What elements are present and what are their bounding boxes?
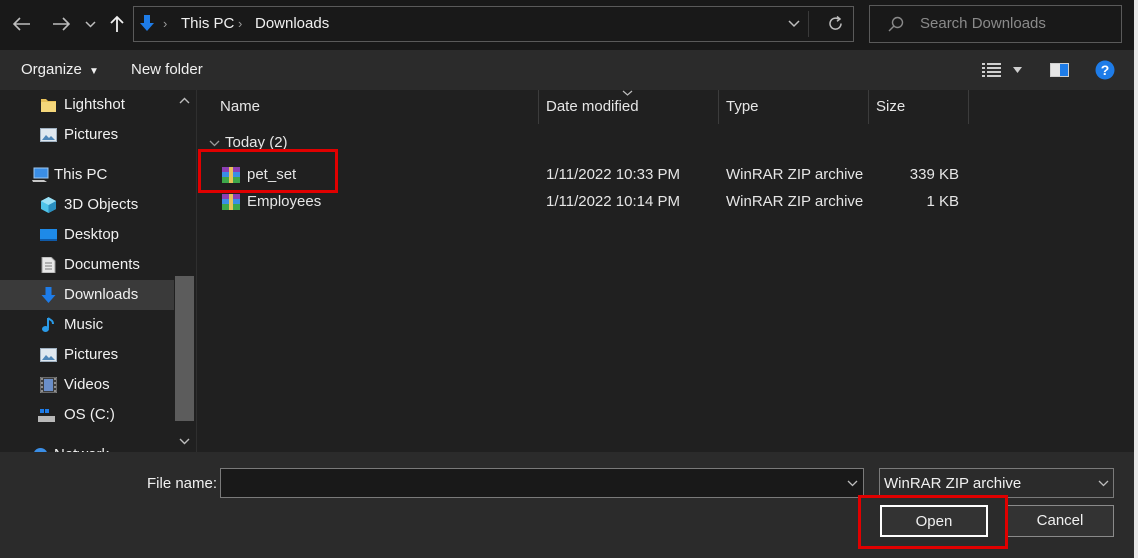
breadcrumb-separator-icon: › bbox=[238, 16, 243, 31]
nav-item-label: Pictures bbox=[64, 346, 119, 363]
nav-item-label: Documents bbox=[64, 256, 140, 273]
downloads-icon bbox=[140, 15, 154, 31]
drive-icon bbox=[38, 409, 55, 422]
pane-divider bbox=[196, 90, 197, 452]
column-divider[interactable] bbox=[868, 90, 869, 124]
nav-item-desktop[interactable]: Desktop bbox=[0, 220, 174, 250]
column-divider[interactable] bbox=[538, 90, 539, 124]
nav-item-label: Lightshot bbox=[64, 96, 125, 113]
address-bar-row: › This PC › Downloads Search Downloads bbox=[0, 0, 1138, 50]
address-bar-divider bbox=[808, 11, 809, 37]
address-bar[interactable]: › This PC › Downloads bbox=[133, 6, 854, 42]
nav-item-label: Music bbox=[64, 316, 104, 333]
cancel-button[interactable]: Cancel bbox=[1006, 505, 1114, 537]
search-box[interactable]: Search Downloads bbox=[869, 5, 1122, 43]
file-type-select[interactable]: WinRAR ZIP archive bbox=[879, 468, 1114, 498]
arrow-left-icon bbox=[13, 17, 30, 31]
column-header-type[interactable]: Type bbox=[726, 90, 759, 124]
file-size: 1 KB bbox=[926, 193, 959, 210]
desktop-icon bbox=[40, 229, 57, 241]
file-type: WinRAR ZIP archive bbox=[726, 193, 864, 210]
nav-item-lightshot[interactable]: Lightshot bbox=[0, 90, 174, 120]
documents-icon bbox=[41, 257, 56, 273]
back-button[interactable] bbox=[9, 10, 35, 38]
3d-objects-icon bbox=[41, 197, 56, 213]
dialog-footer: File name: WinRAR ZIP archive Open Cance… bbox=[0, 452, 1138, 558]
organize-label: Organize bbox=[21, 61, 82, 78]
arrow-right-icon bbox=[53, 17, 70, 31]
nav-item-label: Downloads bbox=[64, 286, 139, 303]
breadcrumb-this-pc[interactable]: This PC bbox=[181, 7, 234, 41]
pictures-icon bbox=[40, 128, 57, 142]
winrar-archive-icon bbox=[222, 194, 240, 210]
forward-button[interactable] bbox=[48, 10, 74, 38]
chevron-down-icon[interactable] bbox=[847, 480, 858, 487]
column-header-name[interactable]: Name bbox=[220, 90, 260, 124]
svg-text:?: ? bbox=[1101, 62, 1110, 78]
breadcrumb-downloads[interactable]: Downloads bbox=[255, 7, 329, 41]
nav-item-label: 3D Objects bbox=[64, 196, 139, 213]
nav-item-label: OS (C:) bbox=[64, 406, 115, 423]
scrollbar-thumb[interactable] bbox=[175, 276, 194, 421]
caret-down-icon[interactable] bbox=[1013, 67, 1022, 73]
chevron-down-icon bbox=[1098, 480, 1109, 487]
caret-down-icon: ▼ bbox=[89, 66, 99, 77]
music-icon bbox=[42, 317, 54, 332]
column-divider[interactable] bbox=[718, 90, 719, 124]
file-name-label: File name: bbox=[147, 475, 218, 492]
preview-pane-icon[interactable] bbox=[1050, 63, 1069, 77]
nav-item-documents[interactable]: Documents bbox=[0, 250, 174, 280]
nav-item-label: Desktop bbox=[64, 226, 120, 243]
nav-item-downloads[interactable]: Downloads bbox=[0, 280, 174, 310]
nav-item-label: This PC bbox=[54, 166, 108, 183]
pictures-icon bbox=[40, 348, 57, 362]
column-header-date-modified[interactable]: Date modified bbox=[546, 90, 639, 124]
nav-item-pictures-2[interactable]: Pictures bbox=[0, 340, 174, 370]
highlight-box-open bbox=[858, 495, 1008, 549]
file-name-input[interactable] bbox=[220, 468, 864, 498]
window-edge bbox=[1134, 0, 1138, 558]
chevron-down-icon bbox=[84, 20, 96, 28]
nav-item-network[interactable]: Network bbox=[0, 440, 174, 452]
navigation-pane: Lightshot Pictures This PC 3D Objects De… bbox=[0, 90, 196, 452]
organize-button[interactable]: Organize ▼ bbox=[21, 50, 99, 90]
folder-icon bbox=[41, 99, 56, 112]
column-divider[interactable] bbox=[968, 90, 969, 124]
help-icon[interactable]: ? bbox=[1095, 60, 1115, 80]
nav-item-label: Videos bbox=[64, 376, 110, 393]
highlight-box-pet-set bbox=[198, 149, 338, 193]
downloads-icon bbox=[41, 287, 56, 303]
nav-item-label: Network bbox=[54, 440, 109, 452]
view-options-icon[interactable] bbox=[982, 63, 1001, 77]
videos-icon bbox=[40, 377, 57, 393]
file-size: 339 KB bbox=[909, 166, 959, 183]
file-date: 1/11/2022 10:14 PM bbox=[546, 193, 680, 210]
recent-locations-button[interactable] bbox=[80, 10, 100, 38]
chevron-down-icon[interactable] bbox=[179, 438, 190, 445]
up-button[interactable] bbox=[104, 10, 130, 38]
chevron-up-icon[interactable] bbox=[179, 97, 190, 104]
nav-item-3d-objects[interactable]: 3D Objects bbox=[0, 190, 174, 220]
refresh-icon[interactable] bbox=[827, 15, 844, 32]
column-header-size[interactable]: Size bbox=[876, 90, 905, 124]
arrow-up-icon bbox=[110, 15, 124, 32]
breadcrumb-separator-icon: › bbox=[163, 16, 168, 31]
chevron-down-icon bbox=[209, 140, 220, 146]
file-type-value: WinRAR ZIP archive bbox=[884, 475, 1022, 492]
nav-item-videos[interactable]: Videos bbox=[0, 370, 174, 400]
nav-item-os-drive[interactable]: OS (C:) bbox=[0, 400, 174, 430]
new-folder-button[interactable]: New folder bbox=[131, 50, 203, 90]
nav-item-pictures[interactable]: Pictures bbox=[0, 120, 174, 150]
file-date: 1/11/2022 10:33 PM bbox=[546, 166, 680, 183]
search-placeholder: Search Downloads bbox=[920, 15, 1046, 32]
command-bar: Organize ▼ New folder ? bbox=[0, 50, 1138, 90]
chevron-down-icon[interactable] bbox=[788, 20, 800, 28]
this-pc-icon bbox=[32, 167, 49, 182]
nav-item-music[interactable]: Music bbox=[0, 310, 174, 340]
nav-item-this-pc[interactable]: This PC bbox=[0, 160, 174, 190]
search-icon bbox=[888, 16, 904, 32]
file-type: WinRAR ZIP archive bbox=[726, 166, 864, 183]
nav-item-label: Pictures bbox=[64, 126, 119, 143]
